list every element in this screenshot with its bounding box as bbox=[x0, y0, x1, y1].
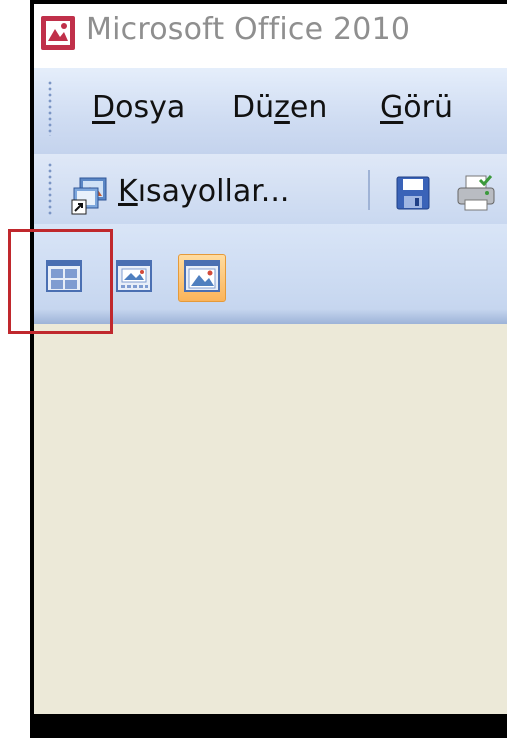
menu-dosya[interactable]: Dosya bbox=[92, 90, 185, 125]
standard-toolbar: Kısayollar... bbox=[34, 154, 507, 224]
window-title: Microsoft Office 2010 bbox=[86, 12, 411, 47]
menubar-grip[interactable] bbox=[48, 80, 52, 136]
thumbnail-view-icon bbox=[46, 260, 82, 296]
image-workspace[interactable] bbox=[34, 324, 507, 714]
save-icon[interactable] bbox=[396, 176, 430, 210]
shortcuts-button[interactable]: Kısayollar... bbox=[118, 174, 289, 209]
view-toolbar bbox=[34, 224, 507, 324]
menu-duzen[interactable]: Düzen bbox=[232, 90, 327, 125]
app-window: Microsoft Office 2010 Dosya Düzen Görü K… bbox=[30, 0, 507, 738]
filmstrip-view-button[interactable] bbox=[110, 254, 158, 302]
single-image-view-icon bbox=[184, 260, 220, 296]
shortcuts-icon[interactable] bbox=[70, 174, 112, 216]
thumbnail-view-button[interactable] bbox=[40, 254, 88, 302]
office-picture-manager-icon bbox=[40, 15, 76, 51]
print-icon[interactable] bbox=[456, 174, 496, 212]
single-image-view-button[interactable] bbox=[178, 254, 226, 302]
filmstrip-view-icon bbox=[116, 260, 152, 296]
toolbar-separator bbox=[368, 170, 370, 210]
menu-gorunum[interactable]: Görü bbox=[380, 90, 453, 125]
title-bar: Microsoft Office 2010 bbox=[34, 4, 507, 68]
menu-bar: Dosya Düzen Görü bbox=[34, 68, 507, 154]
toolbar-grip[interactable] bbox=[48, 162, 52, 216]
